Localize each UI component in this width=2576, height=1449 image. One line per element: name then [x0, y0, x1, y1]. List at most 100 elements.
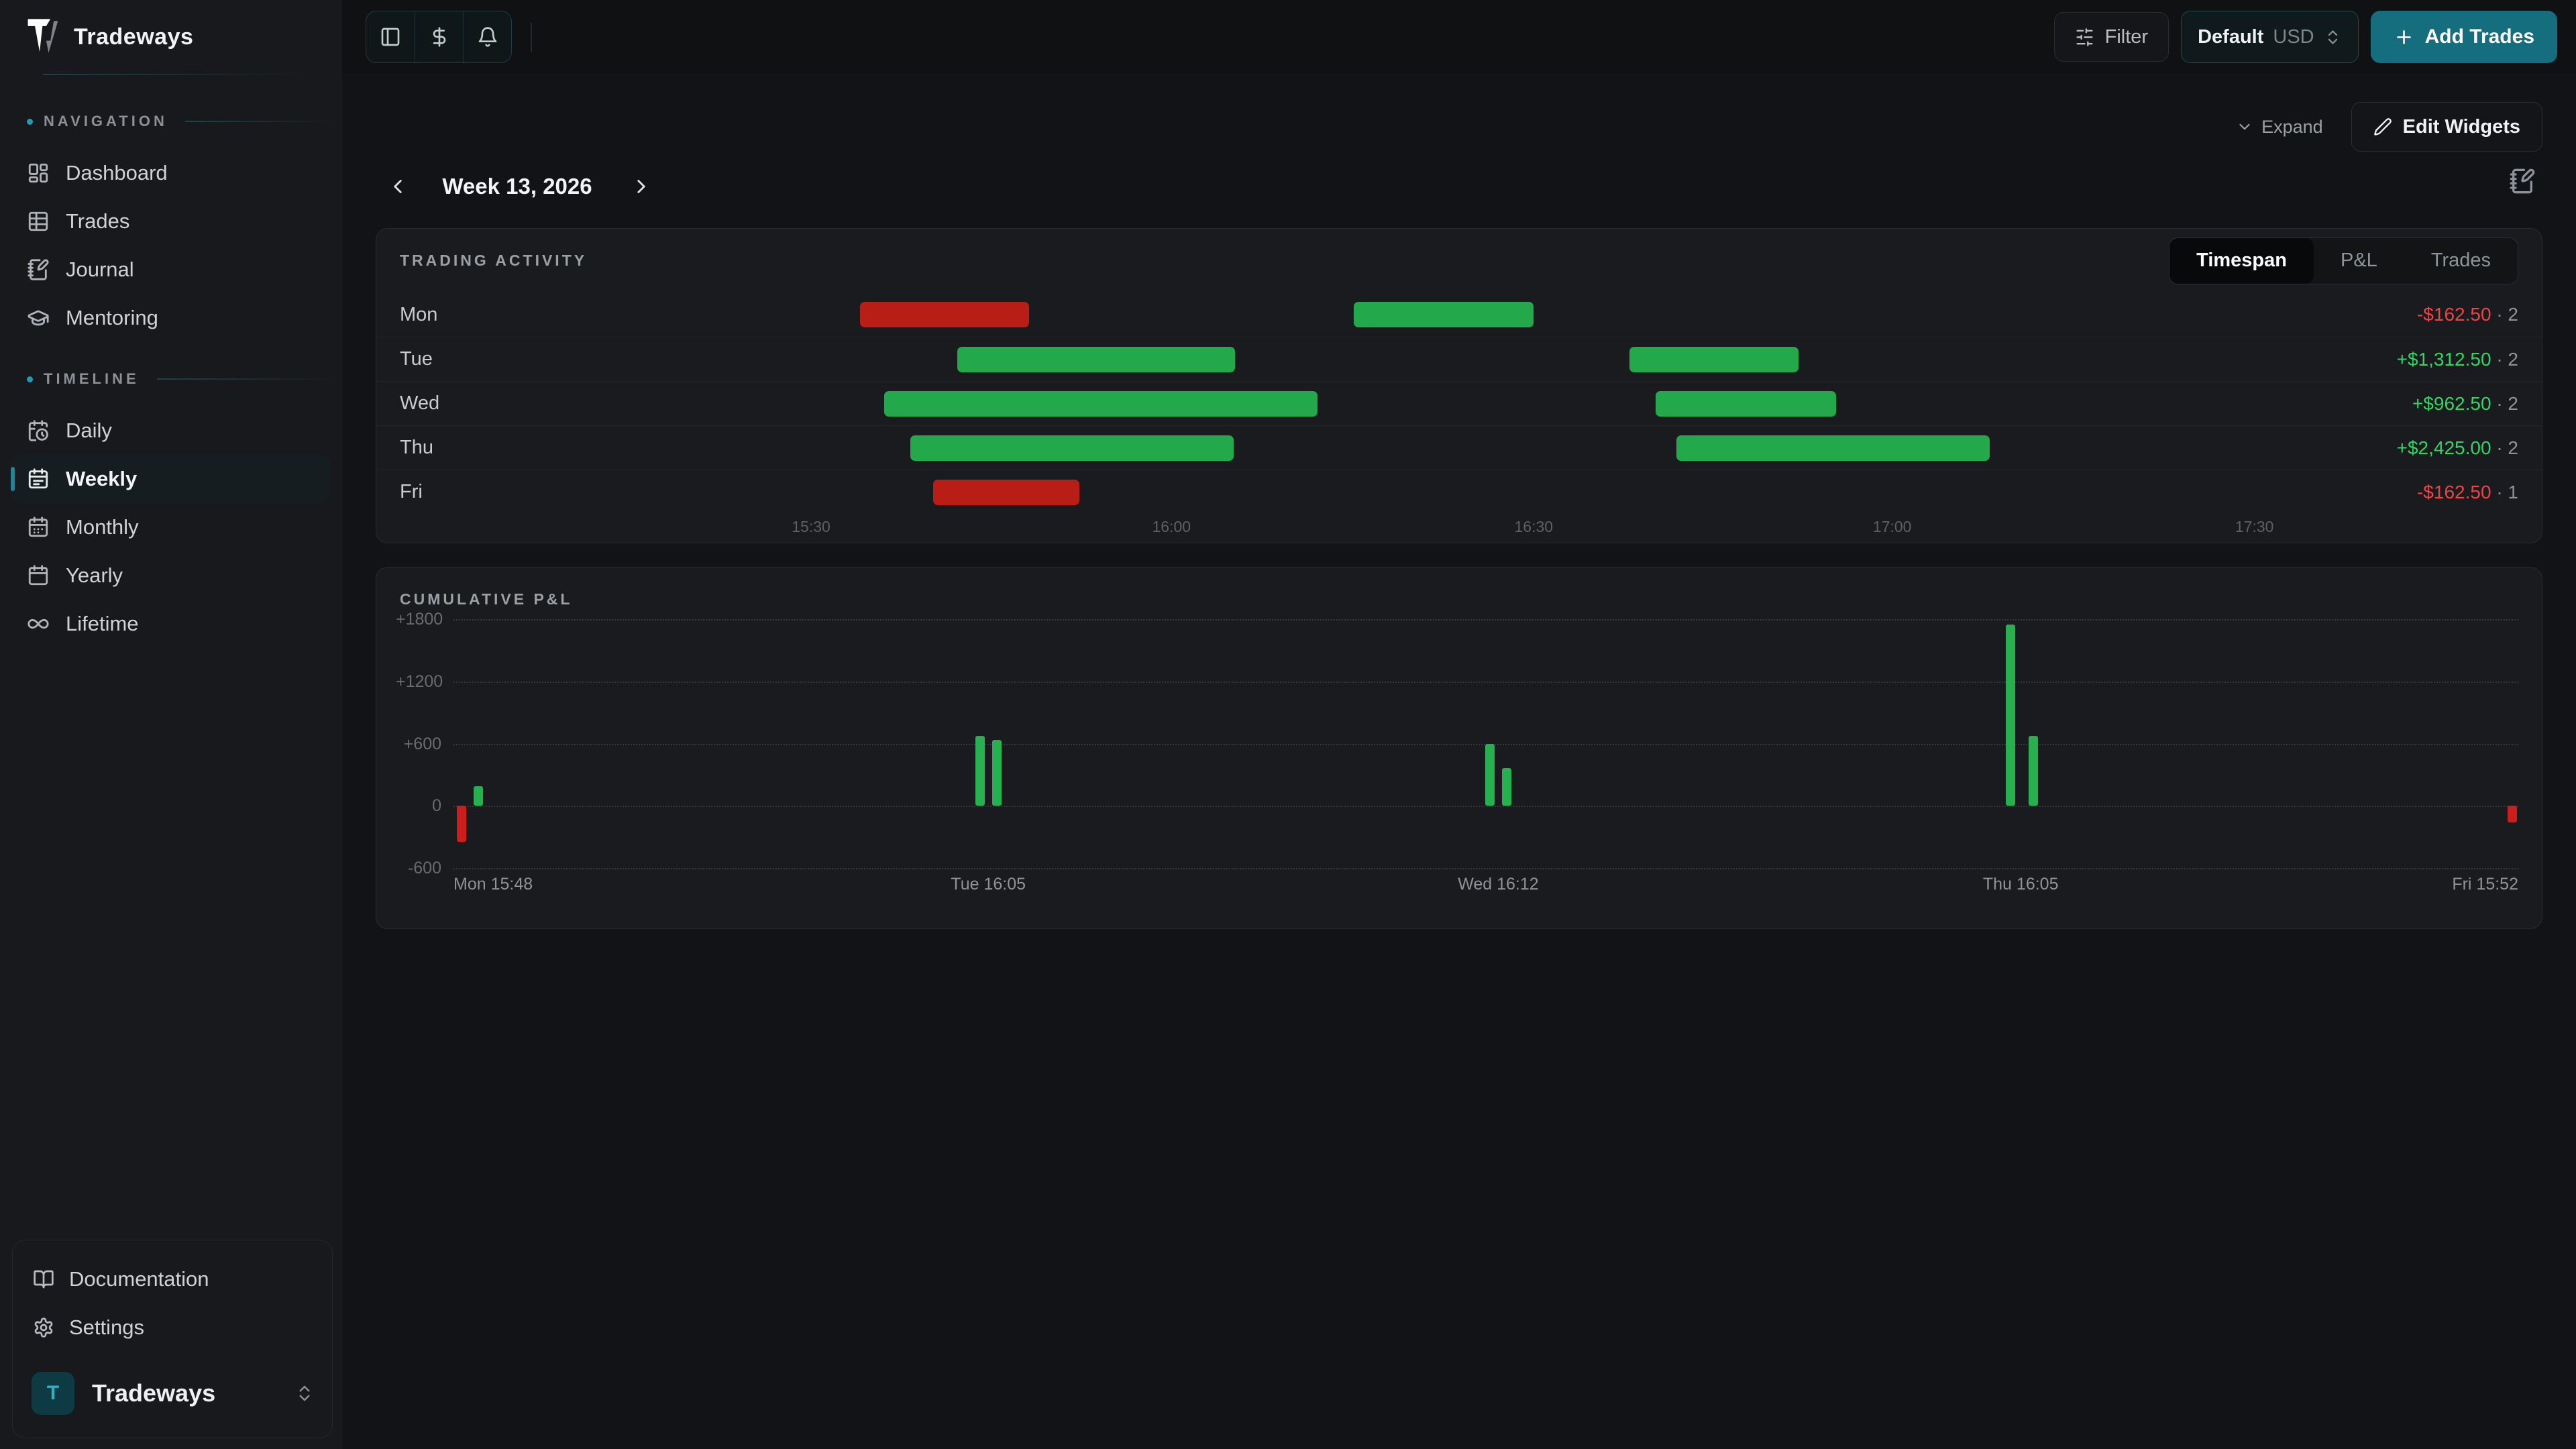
tradeways-logo-icon [27, 18, 59, 56]
section-label-text: TIMELINE [44, 370, 140, 388]
time-tick-label: 17:00 [1873, 518, 1912, 536]
sidebar-item-mentoring[interactable]: Mentoring [11, 294, 330, 342]
sliders-icon [2075, 28, 2094, 47]
activity-row-wed: Wed +$962.50 · 2 [376, 381, 2542, 425]
time-tick-label: 15:30 [792, 518, 830, 536]
pnl-bar-loss[interactable] [457, 806, 466, 842]
trade-bar-win[interactable] [1354, 302, 1534, 327]
sidebar-item-label: Monthly [66, 515, 139, 539]
day-pnl-value: -$162.50 · 1 [2354, 482, 2518, 503]
day-pnl-value: +$1,312.50 · 2 [2354, 349, 2518, 370]
trade-bar-win[interactable] [1629, 347, 1799, 372]
day-label: Fri [400, 481, 477, 503]
section-dot-icon [27, 376, 33, 382]
calendar-clock-icon [27, 419, 50, 442]
bell-button[interactable] [463, 11, 511, 63]
notebook-pen-icon [2509, 168, 2536, 195]
week-notes-button[interactable] [2509, 168, 2538, 197]
filter-button[interactable]: Filter [2054, 12, 2169, 62]
gridline [453, 682, 2518, 683]
sidebar-item-journal[interactable]: Journal [11, 246, 330, 294]
trade-lane [477, 382, 2354, 425]
pencil-icon [2373, 117, 2392, 136]
dollar-sign-button[interactable] [415, 11, 463, 63]
day-label: Wed [400, 392, 477, 415]
trading-activity-time-axis: 15:3016:0016:3017:0017:30 [477, 514, 2354, 539]
tab-trades[interactable]: Trades [2404, 238, 2518, 284]
week-prev-button[interactable] [383, 172, 413, 201]
pnl-bar-win[interactable] [1502, 768, 1511, 806]
tab-timespan[interactable]: Timespan [2169, 238, 2314, 284]
pnl-bar-win[interactable] [2029, 736, 2038, 806]
topbar: Filter Default USD Add Trades [341, 0, 2576, 74]
week-next-button[interactable] [627, 172, 656, 201]
chevrons-up-down-icon [2324, 28, 2342, 46]
add-trades-button[interactable]: Add Trades [2371, 11, 2557, 63]
currency-profile: Default [2198, 26, 2263, 48]
topbar-icon-group [366, 11, 512, 63]
section-items: Dashboard Trades JournalMentoring [0, 149, 341, 342]
book-open-icon [33, 1269, 54, 1290]
trade-lane [477, 470, 2354, 514]
pnl-bar-win[interactable] [992, 740, 1002, 806]
trade-bar-win[interactable] [884, 391, 1318, 417]
sidebar-item-monthly[interactable]: Monthly [11, 503, 330, 551]
sidebar-item-label: Lifetime [66, 612, 139, 636]
sidebar-item-weekly[interactable]: Weekly [11, 455, 330, 503]
main-content: Expand Edit Widgets Week 13, 2026 TRADIN… [341, 74, 2576, 1449]
sidebar-item-dashboard[interactable]: Dashboard [11, 149, 330, 197]
activity-row-thu: Thu +$2,425.00 · 2 [376, 425, 2542, 470]
sidebar-item-daily[interactable]: Daily [11, 407, 330, 455]
sidebar-item-documentation[interactable]: Documentation [13, 1255, 332, 1303]
filter-label: Filter [2105, 26, 2148, 48]
x-axis-label: Tue 16:05 [951, 875, 1026, 894]
trade-bar-win[interactable] [1656, 391, 1836, 417]
y-axis-label: 0 [396, 796, 441, 816]
tab-p-l[interactable]: P&L [2314, 238, 2404, 284]
dollar-sign-icon [429, 26, 450, 48]
sidebar-footer-items: DocumentationSettings [13, 1255, 332, 1352]
sidebar-item-label: Weekly [66, 467, 137, 491]
expand-toggle[interactable]: Expand [2236, 117, 2323, 138]
trade-bar-loss[interactable] [860, 302, 1029, 327]
settings-icon [33, 1317, 54, 1338]
day-pnl-value: +$2,425.00 · 2 [2354, 437, 2518, 459]
panel-left-button[interactable] [366, 11, 415, 63]
sidebar-item-lifetime[interactable]: Lifetime [11, 600, 330, 648]
pnl-bar-win[interactable] [1485, 744, 1495, 806]
x-axis-label: Mon 15:48 [453, 875, 533, 894]
sidebar-item-label: Trades [66, 209, 129, 233]
y-axis-label: +1800 [396, 610, 441, 629]
sidebar-item-trades[interactable]: Trades [11, 197, 330, 246]
pnl-bar-loss[interactable] [2508, 806, 2517, 822]
workspace-switcher[interactable]: T Tradeways [13, 1362, 332, 1424]
week-title: Week 13, 2026 [417, 172, 618, 201]
pnl-bar-win[interactable] [975, 736, 985, 806]
currency-select[interactable]: Default USD [2181, 11, 2359, 63]
trade-bar-win[interactable] [957, 347, 1235, 372]
sidebar-item-settings[interactable]: Settings [13, 1303, 332, 1352]
trade-bar-win[interactable] [910, 435, 1233, 461]
pnl-bar-win[interactable] [2006, 625, 2015, 806]
y-axis-label: -600 [396, 859, 441, 878]
trade-bar-win[interactable] [1676, 435, 1990, 461]
sidebar-footer: DocumentationSettings T Tradeways [12, 1240, 333, 1438]
widgets-header: Expand Edit Widgets [2236, 102, 2542, 152]
day-label: Mon [400, 304, 477, 326]
day-pnl-value: -$162.50 · 2 [2354, 304, 2518, 325]
trade-bar-loss[interactable] [933, 480, 1079, 505]
gridline [453, 868, 2518, 869]
gridline [453, 806, 2518, 807]
brand-name: Tradeways [74, 24, 193, 50]
pnl-bar-win[interactable] [474, 786, 483, 806]
notebook-pen-icon [27, 258, 50, 281]
edit-widgets-button[interactable]: Edit Widgets [2351, 102, 2542, 152]
brand[interactable]: Tradeways [0, 0, 341, 74]
workspace-name: Tradeways [92, 1379, 215, 1407]
day-label: Tue [400, 348, 477, 370]
section-items: Daily Weekly Monthly Yearly Lifetime [0, 407, 341, 648]
day-label: Thu [400, 437, 477, 459]
section-rule [157, 378, 337, 380]
trading-activity-tabs: TimespanP&LTrades [2169, 237, 2518, 284]
sidebar-item-yearly[interactable]: Yearly [11, 551, 330, 600]
